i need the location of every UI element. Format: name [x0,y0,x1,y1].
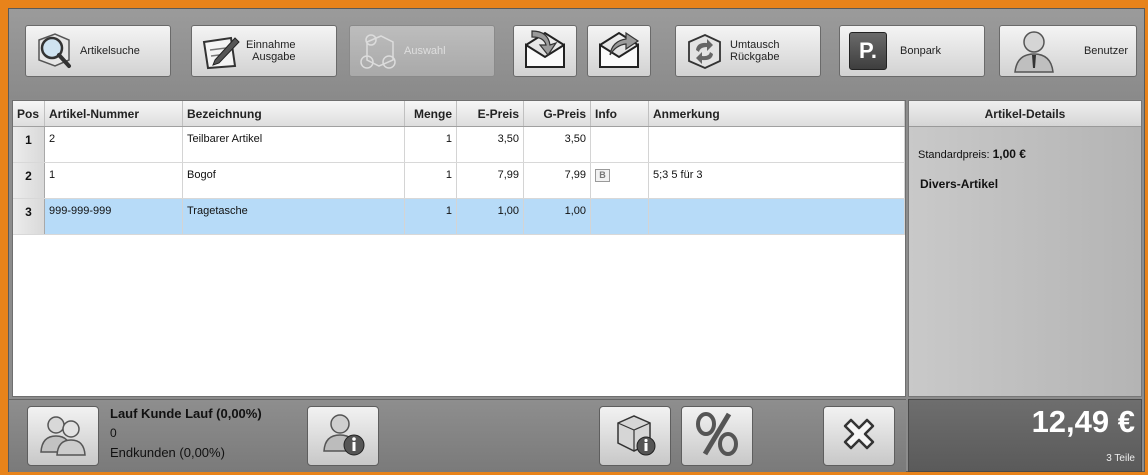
cell-g-preis: 1,00 [524,199,591,234]
benutzer-label: Benutzer [1083,45,1128,57]
cell-artikel-nummer: 999-999-999 [45,199,183,234]
benutzer-button[interactable]: Benutzer [999,25,1137,77]
standardpreis-line: Standardpreis: 1,00 € [918,147,1141,161]
percent-icon [693,411,741,462]
table-row[interactable]: 2 1 Bogof 1 7,99 7,99 B 5;3 5 für 3 [13,163,905,199]
toolbar: Artikelsuche Einnahme Ausgabe Auswahl Um… [9,9,1144,99]
cell-anmerkung [649,199,905,234]
cell-pos: 1 [13,127,45,162]
exchange-box-icon [682,29,726,73]
item-count: 3 Teile [1106,453,1135,464]
header-pos[interactable]: Pos [13,101,45,126]
cell-menge: 1 [405,127,457,162]
cell-anmerkung [649,127,905,162]
parking-icon: P. [846,29,890,73]
customer-value: 0 [110,426,117,440]
user-icon [1006,29,1062,73]
auswahl-button[interactable]: Auswahl [349,25,495,77]
bogof-info-icon[interactable]: B [595,169,610,182]
close-icon [839,414,879,459]
cell-pos: 3 [13,199,45,234]
magnifier-icon [32,29,76,73]
pos-window: Artikelsuche Einnahme Ausgabe Auswahl Um… [8,8,1145,472]
box-info-icon [612,411,658,462]
standardpreis-value: 1,00 € [992,147,1026,161]
envelope-out-icon [596,27,642,76]
envelope-in-icon [522,27,568,76]
customer-name: Lauf Kunde Lauf (0,00%) [110,406,262,421]
header-g-preis[interactable]: G-Preis [524,101,591,126]
header-anmerkung[interactable]: Anmerkung [649,101,905,126]
cell-artikel-nummer: 1 [45,163,183,198]
artikel-info-button[interactable] [599,406,671,466]
kunden-info-button[interactable] [307,406,379,466]
cell-info [591,199,649,234]
cell-pos: 2 [13,163,45,198]
einnahme-ausgabe-button[interactable]: Einnahme Ausgabe [191,25,337,77]
cell-e-preis: 3,50 [457,127,524,162]
notepad-pen-icon [198,29,242,73]
receipt-table: Pos Artikel-Nummer Bezeichnung Menge E-P… [12,100,906,397]
cell-e-preis: 1,00 [457,199,524,234]
bon-senden-button[interactable] [587,25,651,77]
table-header: Pos Artikel-Nummer Bezeichnung Menge E-P… [13,101,905,127]
header-info[interactable]: Info [591,101,649,126]
header-bezeichnung[interactable]: Bezeichnung [183,101,405,126]
total-panel: 12,49 € 3 Teile [908,399,1142,472]
umtausch-rueckgabe-label: Umtausch Rückgabe [730,39,780,63]
table-row[interactable]: 1 2 Teilbarer Artikel 1 3,50 3,50 [13,127,905,163]
storno-button[interactable] [823,406,895,466]
cell-info: B [591,163,649,198]
cell-anmerkung: 5;3 5 für 3 [649,163,905,198]
header-artikel-nummer[interactable]: Artikel-Nummer [45,101,183,126]
bonpark-label: Bonpark [900,45,941,57]
artikelsuche-button[interactable]: Artikelsuche [25,25,171,77]
header-e-preis[interactable]: E-Preis [457,101,524,126]
bonpark-button[interactable]: P. Bonpark [839,25,985,77]
cell-bezeichnung: Bogof [183,163,405,198]
einnahme-ausgabe-label: Einnahme Ausgabe [246,39,296,63]
cell-artikel-nummer: 2 [45,127,183,162]
artikelsuche-label: Artikelsuche [80,45,140,57]
cell-bezeichnung: Teilbarer Artikel [183,127,405,162]
umtausch-rueckgabe-button[interactable]: Umtausch Rückgabe [675,25,821,77]
customer-info-icon [320,411,366,462]
cell-g-preis: 3,50 [524,127,591,162]
artikel-typ: Divers-Artikel [920,177,999,191]
parking-icon-letter: P. [849,32,887,70]
cell-menge: 1 [405,163,457,198]
header-menge[interactable]: Menge [405,101,457,126]
cell-info [591,127,649,162]
artikel-details-panel: Artikel-Details Standardpreis: 1,00 € Di… [908,100,1142,397]
cell-e-preis: 7,99 [457,163,524,198]
customers-icon [38,412,88,461]
customer-endkunden: Endkunden (0,00%) [110,445,225,460]
total-amount: 12,49 € [1031,404,1135,439]
cell-menge: 1 [405,199,457,234]
box-icon [356,29,400,73]
details-title: Artikel-Details [909,101,1141,127]
kunde-button[interactable] [27,406,99,466]
standardpreis-label: Standardpreis: [918,149,990,161]
bottom-bar: Lauf Kunde Lauf (0,00%) 0 Endkunden (0,0… [9,399,906,472]
auswahl-label: Auswahl [404,45,446,57]
cell-g-preis: 7,99 [524,163,591,198]
bon-laden-button[interactable] [513,25,577,77]
table-row-selected[interactable]: 3 999-999-999 Tragetasche 1 1,00 1,00 [13,199,905,235]
cell-bezeichnung: Tragetasche [183,199,405,234]
rabatt-button[interactable] [681,406,753,466]
